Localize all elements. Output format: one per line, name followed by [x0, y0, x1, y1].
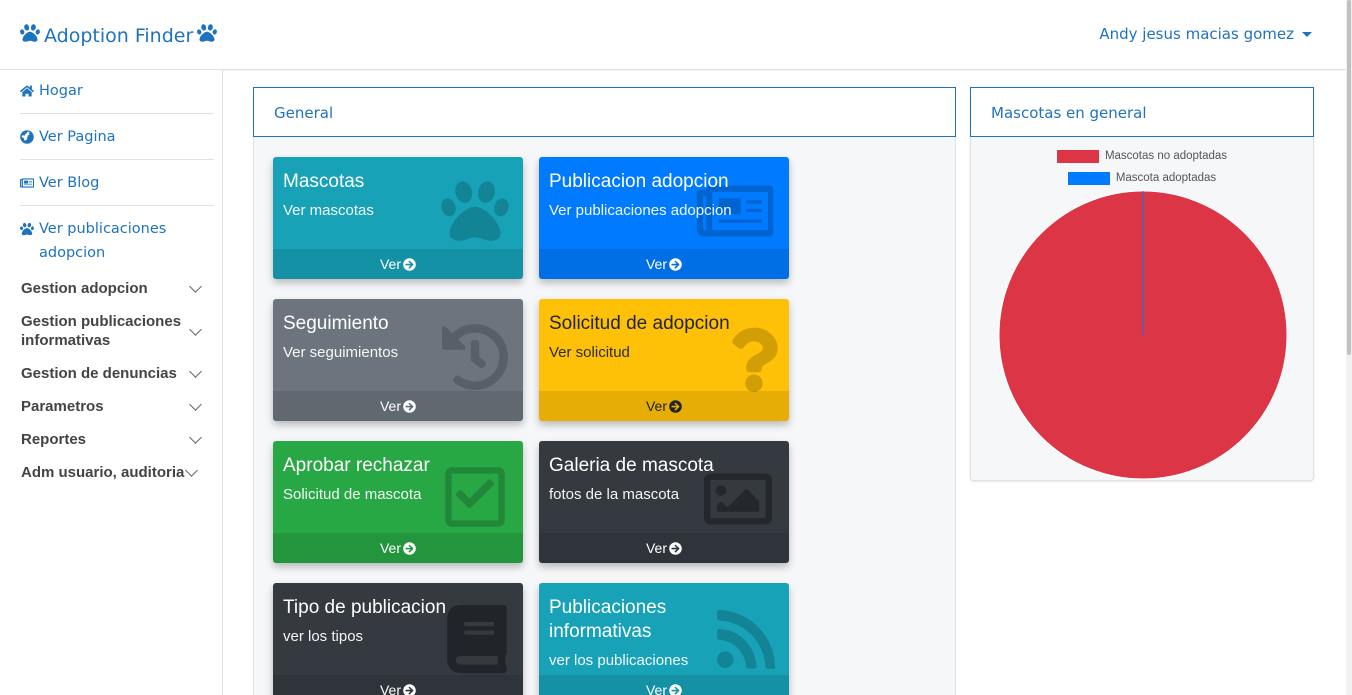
chevron-down-icon	[189, 398, 202, 411]
paw-icon	[20, 23, 40, 48]
sidebar-group-label: Parametros	[21, 398, 104, 415]
general-card-header: General	[253, 87, 956, 137]
tile-footer-label: Ver	[645, 256, 667, 272]
chevron-down-icon	[189, 280, 202, 293]
tile-footer-label: Ver	[645, 682, 667, 695]
caret-down-icon	[1302, 31, 1312, 37]
chevron-down-icon	[189, 322, 202, 336]
sidebar-item-hogar[interactable]: Hogar	[20, 70, 214, 114]
tile-mascotas: Mascotas Ver mascotas Ver	[273, 157, 523, 279]
tile-seguimiento: Seguimiento Ver seguimientos Ver	[273, 299, 523, 421]
tile-title: Publicaciones informativas	[549, 597, 667, 642]
brand-link[interactable]: Adoption Finder	[20, 23, 218, 48]
newspaper-icon	[20, 178, 34, 188]
tile-footer-label: Ver	[379, 398, 401, 414]
tile-footer-label: Ver	[645, 398, 667, 414]
sidebar-item-label: Ver Blog	[39, 175, 100, 191]
arrow-circle-right-icon	[403, 257, 416, 271]
tile-ver-button[interactable]: Ver	[539, 249, 789, 279]
sidebar-group-label: Gestion de denuncias	[21, 365, 177, 382]
arrow-circle-right-icon	[403, 399, 416, 413]
sidebar-group-label: Adm usuario, auditoria	[21, 464, 185, 481]
sidebar-group-adm-usuario[interactable]: Adm usuario, auditoria	[21, 456, 198, 489]
scrollbar[interactable]	[1346, 0, 1352, 695]
tile-ver-button[interactable]: Ver	[539, 675, 789, 695]
tile-subtitle: ver los publicaciones	[549, 652, 689, 669]
paw-icon	[197, 23, 218, 48]
tile-title: Solicitud de adopcion	[549, 313, 730, 334]
tile-ver-button[interactable]: Ver	[273, 675, 523, 695]
arrow-circle-right-icon	[403, 541, 416, 555]
sidebar-group-label: Gestion publicaciones informativas	[21, 313, 182, 349]
tile-solicitud-adopcion: Solicitud de adopcion Ver solicitud Ver	[539, 299, 789, 421]
sidebar-group-label: Gestion adopcion	[21, 280, 148, 297]
sidebar-group-label: Reportes	[21, 431, 87, 448]
top-navbar: Adoption Finder Andy jesus macias gomez	[0, 0, 1346, 70]
tile-footer-label: Ver	[645, 540, 667, 556]
arrow-circle-right-icon	[669, 257, 682, 271]
tile-subtitle: Ver solicitud	[549, 344, 630, 361]
tile-subtitle: ver los tipos	[283, 628, 364, 645]
tile-subtitle: Ver mascotas	[283, 202, 374, 219]
tile-ver-button[interactable]: Ver	[273, 533, 523, 563]
tile-footer-label: Ver	[379, 682, 401, 695]
sidebar-group-reportes[interactable]: Reportes	[21, 423, 202, 456]
home-icon	[20, 85, 34, 97]
sidebar-item-label: Hogar	[39, 83, 83, 99]
user-name: Andy jesus macias gomez	[1099, 25, 1294, 43]
chevron-down-icon	[189, 431, 202, 444]
tile-galeria-mascota: Galeria de mascota fotos de la mascota V…	[539, 441, 789, 563]
tile-ver-button[interactable]: Ver	[273, 391, 523, 421]
tile-title: Seguimiento	[283, 313, 389, 334]
globe-icon	[20, 130, 34, 144]
sidebar-group-gestion-denuncias[interactable]: Gestion de denuncias	[21, 357, 202, 390]
mascotas-chart-card: Mascotas en general Mascotas no adoptada…	[970, 87, 1314, 481]
sidebar-group-parametros[interactable]: Parametros	[21, 390, 202, 423]
rss-icon	[717, 605, 777, 673]
tile-ver-button[interactable]: Ver	[273, 249, 523, 279]
tile-publicaciones-informativas: Publicaciones informativas ver los publi…	[539, 583, 789, 695]
tile-tipo-publicacion: Tipo de publicacion ver los tipos Ver	[273, 583, 523, 695]
sidebar: Hogar Ver Pagina Ver Blog Ver publicacio…	[0, 70, 223, 695]
chevron-down-icon	[189, 365, 202, 378]
tile-title: Mascotas	[283, 171, 365, 192]
sidebar-item-ver-publicaciones-adopcion[interactable]: Ver publicaciones adopcion	[20, 206, 214, 269]
sidebar-item-label: Ver publicaciones adopcion	[39, 221, 167, 261]
arrow-circle-right-icon	[669, 399, 682, 413]
tile-aprobar-rechazar: Aprobar rechazar Solicitud de mascota Ve…	[273, 441, 523, 563]
tile-publicacion-adopcion: Publicacion adopcion Ver publicaciones a…	[539, 157, 789, 279]
sidebar-group-gestion-publicaciones[interactable]: Gestion publicaciones informativas	[21, 305, 202, 357]
tile-subtitle: Ver seguimientos	[283, 344, 399, 361]
sidebar-group-gestion-adopcion[interactable]: Gestion adopcion	[21, 272, 202, 305]
scrollbar-thumb[interactable]	[1347, 0, 1351, 355]
tile-title: Galeria de mascota	[549, 455, 714, 476]
tile-subtitle: fotos de la mascota	[549, 486, 680, 503]
tile-ver-button[interactable]: Ver	[539, 533, 789, 563]
brand-name: Adoption Finder	[44, 24, 194, 47]
arrow-circle-right-icon	[403, 683, 416, 695]
tile-title: Aprobar rechazar	[283, 455, 430, 476]
pie-chart	[998, 190, 1288, 480]
paw-icon	[20, 222, 34, 236]
user-menu-dropdown[interactable]: Andy jesus macias gomez	[1099, 25, 1312, 43]
general-card: General Mascotas Ver mascotas Ver Public…	[253, 87, 956, 695]
tile-subtitle: Solicitud de mascota	[283, 486, 422, 503]
sidebar-item-ver-pagina[interactable]: Ver Pagina	[20, 114, 214, 160]
arrow-circle-right-icon	[669, 683, 682, 695]
tile-footer-label: Ver	[379, 540, 401, 556]
sidebar-item-ver-blog[interactable]: Ver Blog	[20, 160, 214, 206]
main-content: General Mascotas Ver mascotas Ver Public…	[224, 71, 1346, 695]
arrow-circle-right-icon	[669, 541, 682, 555]
question-icon	[729, 327, 779, 395]
sidebar-item-label: Ver Pagina	[39, 129, 116, 145]
tile-footer-label: Ver	[379, 256, 401, 272]
tile-ver-button[interactable]: Ver	[539, 391, 789, 421]
chevron-down-icon	[185, 464, 198, 477]
tile-title: Publicacion adopcion	[549, 171, 729, 192]
tile-title: Tipo de publicacion	[283, 597, 447, 618]
tile-subtitle: Ver publicaciones adopcion	[549, 202, 732, 219]
